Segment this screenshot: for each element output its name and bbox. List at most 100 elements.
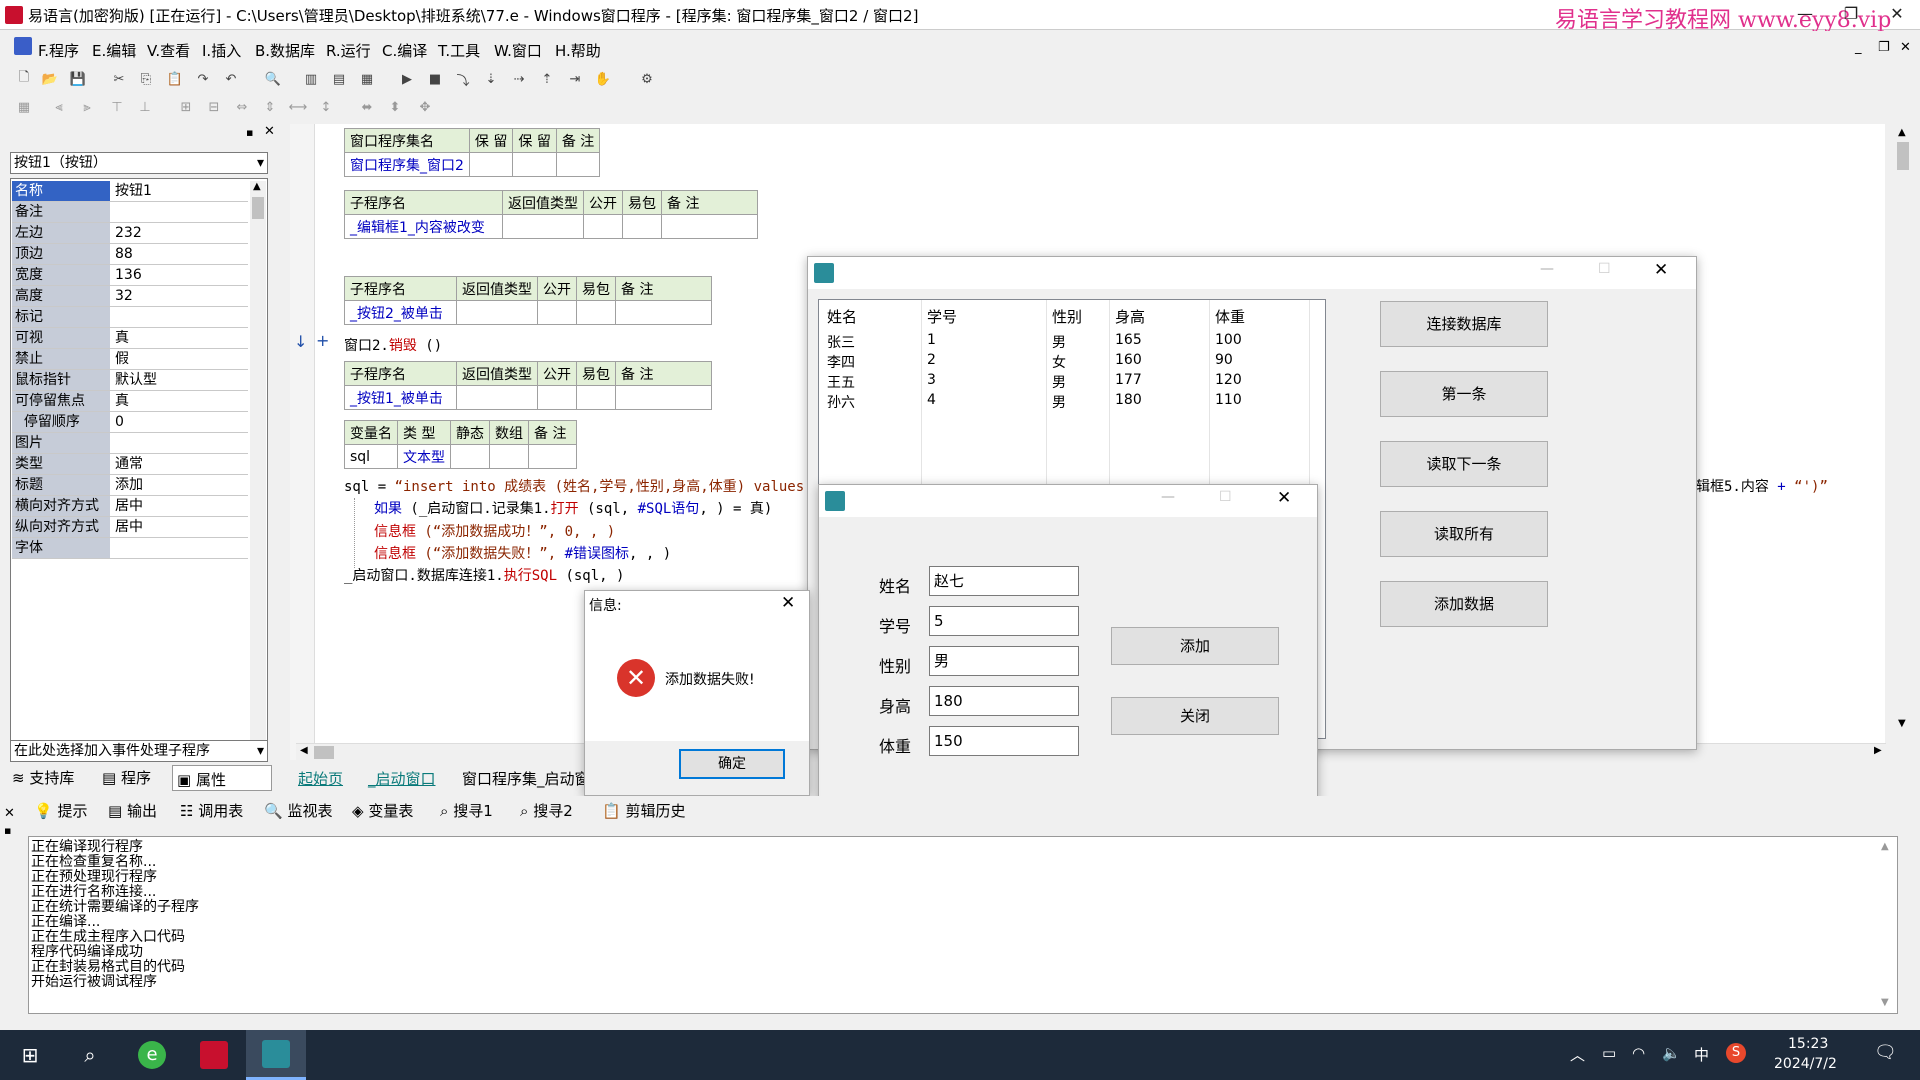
maximize-icon[interactable]: ☐ bbox=[1219, 489, 1232, 505]
tab-clip-history[interactable]: 📋 剪辑历史 bbox=[602, 800, 685, 821]
hand-icon[interactable]: ✋ bbox=[592, 68, 614, 90]
component-select[interactable]: 按钮1（按钮） ▾ bbox=[10, 152, 268, 174]
close-icon[interactable]: ✕ bbox=[781, 593, 795, 613]
scroll-up-icon[interactable]: ▲ bbox=[1881, 841, 1889, 852]
student-id-field[interactable]: 5 bbox=[929, 606, 1079, 636]
cell[interactable] bbox=[555, 152, 601, 177]
cell[interactable]: _按钮1_被单击 bbox=[344, 385, 457, 410]
prop-value[interactable]: 232 bbox=[112, 223, 248, 243]
tab-search2[interactable]: ⌕ 搜寻2 bbox=[520, 800, 573, 821]
same-height-icon[interactable]: ⇕ bbox=[259, 96, 281, 118]
cell[interactable] bbox=[528, 444, 577, 469]
mdi-close-icon[interactable]: ✕ bbox=[1900, 40, 1911, 55]
prop-row[interactable]: 停留顺序 0 bbox=[12, 412, 248, 433]
tab-callstack[interactable]: ☷ 调用表 bbox=[180, 800, 243, 821]
list-item[interactable]: 李四 2 女 160 90 bbox=[819, 350, 1327, 371]
chevron-up-icon[interactable]: ︿ bbox=[1570, 1044, 1585, 1065]
tab-watch[interactable]: 🔍 监视表 bbox=[264, 800, 332, 821]
read-all-button[interactable]: 读取所有 bbox=[1380, 511, 1548, 557]
height-field[interactable]: 180 bbox=[929, 686, 1079, 716]
cell[interactable]: 文本型 bbox=[397, 444, 451, 469]
prop-row[interactable]: 横向对齐方式 居中 bbox=[12, 496, 248, 517]
prop-row[interactable]: 标题 添加 bbox=[12, 475, 248, 496]
list-item[interactable]: 王五 3 男 177 120 bbox=[819, 370, 1327, 391]
scroll-down-icon[interactable]: ▼ bbox=[1898, 718, 1906, 729]
cell[interactable]: sql bbox=[344, 444, 398, 469]
menu-help[interactable]: H.帮助 bbox=[555, 40, 601, 61]
menu-window[interactable]: W.窗口 bbox=[494, 40, 542, 61]
code-line[interactable]: 辑框5.内容 + “')” bbox=[1696, 476, 1828, 496]
browser-icon[interactable]: e bbox=[122, 1030, 182, 1080]
prop-row[interactable]: 备注 bbox=[12, 202, 248, 223]
maximize-icon[interactable]: ☐ bbox=[1598, 261, 1611, 277]
copy-icon[interactable]: ⎘ bbox=[135, 68, 157, 90]
name-field[interactable]: 赵七 bbox=[929, 566, 1079, 596]
battery-icon[interactable]: ▭ bbox=[1602, 1044, 1616, 1062]
prop-value[interactable]: 88 bbox=[112, 244, 248, 264]
code-line[interactable]: 如果 (_启动窗口.记录集1.打开 (sql, #SQL语句, ) = 真) bbox=[374, 498, 772, 518]
help-icon[interactable]: ⚙ bbox=[636, 68, 658, 90]
step-over-icon[interactable]: ⇢ bbox=[508, 68, 530, 90]
expand-plus-icon[interactable]: + bbox=[316, 331, 329, 350]
step-into-icon[interactable]: ⇣ bbox=[480, 68, 502, 90]
cell[interactable] bbox=[622, 214, 662, 239]
vsize-icon[interactable]: ⬍ bbox=[384, 96, 406, 118]
scroll-down-icon[interactable]: ▼ bbox=[1881, 997, 1889, 1008]
layout1-icon[interactable]: ▥ bbox=[300, 68, 322, 90]
cell[interactable] bbox=[583, 214, 623, 239]
scroll-thumb[interactable] bbox=[252, 197, 264, 219]
tab-support-lib[interactable]: ≋ 支持库 bbox=[12, 767, 74, 788]
cell[interactable] bbox=[615, 300, 712, 325]
first-record-button[interactable]: 第一条 bbox=[1380, 371, 1548, 417]
close-icon[interactable]: ✕ bbox=[1654, 260, 1668, 280]
stop-icon[interactable]: ■ bbox=[424, 68, 446, 90]
code-line[interactable]: 窗口2.销毁 () bbox=[344, 335, 442, 355]
align-grid-icon[interactable]: ▦ bbox=[13, 96, 35, 118]
cell[interactable]: _按钮2_被单击 bbox=[344, 300, 457, 325]
prop-row[interactable]: 顶边 88 bbox=[12, 244, 248, 265]
code-line[interactable]: sql = “insert into 成绩表 (姓名,学号,性别,身高,体重) … bbox=[344, 476, 804, 496]
center-h-icon[interactable]: ⊞ bbox=[175, 96, 197, 118]
col-header[interactable]: 学号 bbox=[927, 306, 957, 327]
tab-search1[interactable]: ⌕ 搜寻1 bbox=[440, 800, 493, 821]
output-panel[interactable]: 正在编译现行程序 正在检查重复名称... 正在预处理现行程序 正在进行名称连接.… bbox=[28, 836, 1898, 1014]
prop-value[interactable]: 添加 bbox=[112, 475, 248, 495]
list-item[interactable]: 张三 1 男 165 100 bbox=[819, 330, 1327, 351]
prop-row[interactable]: 宽度 136 bbox=[12, 265, 248, 286]
redo-icon[interactable]: ↷ bbox=[192, 68, 214, 90]
prop-value[interactable]: 默认型 bbox=[112, 370, 248, 390]
tab-program[interactable]: ▤ 程序 bbox=[102, 767, 151, 788]
gender-field[interactable]: 男 bbox=[929, 646, 1079, 676]
prop-value[interactable]: 假 bbox=[112, 349, 248, 369]
prop-value[interactable] bbox=[112, 433, 248, 453]
tab-output[interactable]: ▤ 输出 bbox=[108, 800, 157, 821]
prop-row[interactable]: 纵向对齐方式 居中 bbox=[12, 517, 248, 538]
prop-row[interactable]: 左边 232 bbox=[12, 223, 248, 244]
prop-value[interactable]: 居中 bbox=[112, 496, 248, 516]
same-width-icon[interactable]: ⇔ bbox=[231, 96, 253, 118]
panel-close-icon[interactable]: ✕ bbox=[264, 124, 275, 139]
prop-value[interactable]: 真 bbox=[112, 391, 248, 411]
prop-row[interactable]: 名称 按钮1 bbox=[12, 181, 248, 202]
code-line[interactable]: 信息框 (“添加数据失败！”, #错误图标, , ) bbox=[374, 543, 671, 563]
add-button[interactable]: 添加 bbox=[1111, 627, 1279, 665]
find-icon[interactable]: 🔍 bbox=[262, 68, 284, 90]
cell[interactable] bbox=[456, 300, 538, 325]
tab-variables[interactable]: ◈ 变量表 bbox=[352, 800, 413, 821]
sogou-ime-icon[interactable]: S bbox=[1726, 1043, 1746, 1063]
minimize-icon[interactable]: — bbox=[1540, 261, 1554, 277]
prop-row[interactable]: 图片 bbox=[12, 433, 248, 454]
cell[interactable] bbox=[450, 444, 490, 469]
prop-row[interactable]: 高度 32 bbox=[12, 286, 248, 307]
menu-edit[interactable]: E.编辑 bbox=[92, 40, 136, 61]
scroll-left-icon[interactable]: ◀ bbox=[300, 745, 308, 756]
size-icon[interactable]: ⬌ bbox=[356, 96, 378, 118]
prop-row[interactable]: 可停留焦点真 bbox=[12, 391, 248, 412]
prop-value[interactable] bbox=[112, 307, 248, 327]
panel-close-icon[interactable]: ✕ bbox=[4, 806, 15, 821]
prop-value[interactable]: 居中 bbox=[112, 517, 248, 537]
prop-value[interactable]: 32 bbox=[112, 286, 248, 306]
prop-value[interactable]: 通常 bbox=[112, 454, 248, 474]
prop-row[interactable]: 标记 bbox=[12, 307, 248, 328]
tab-startup-window[interactable]: _启动窗口 bbox=[368, 768, 436, 789]
